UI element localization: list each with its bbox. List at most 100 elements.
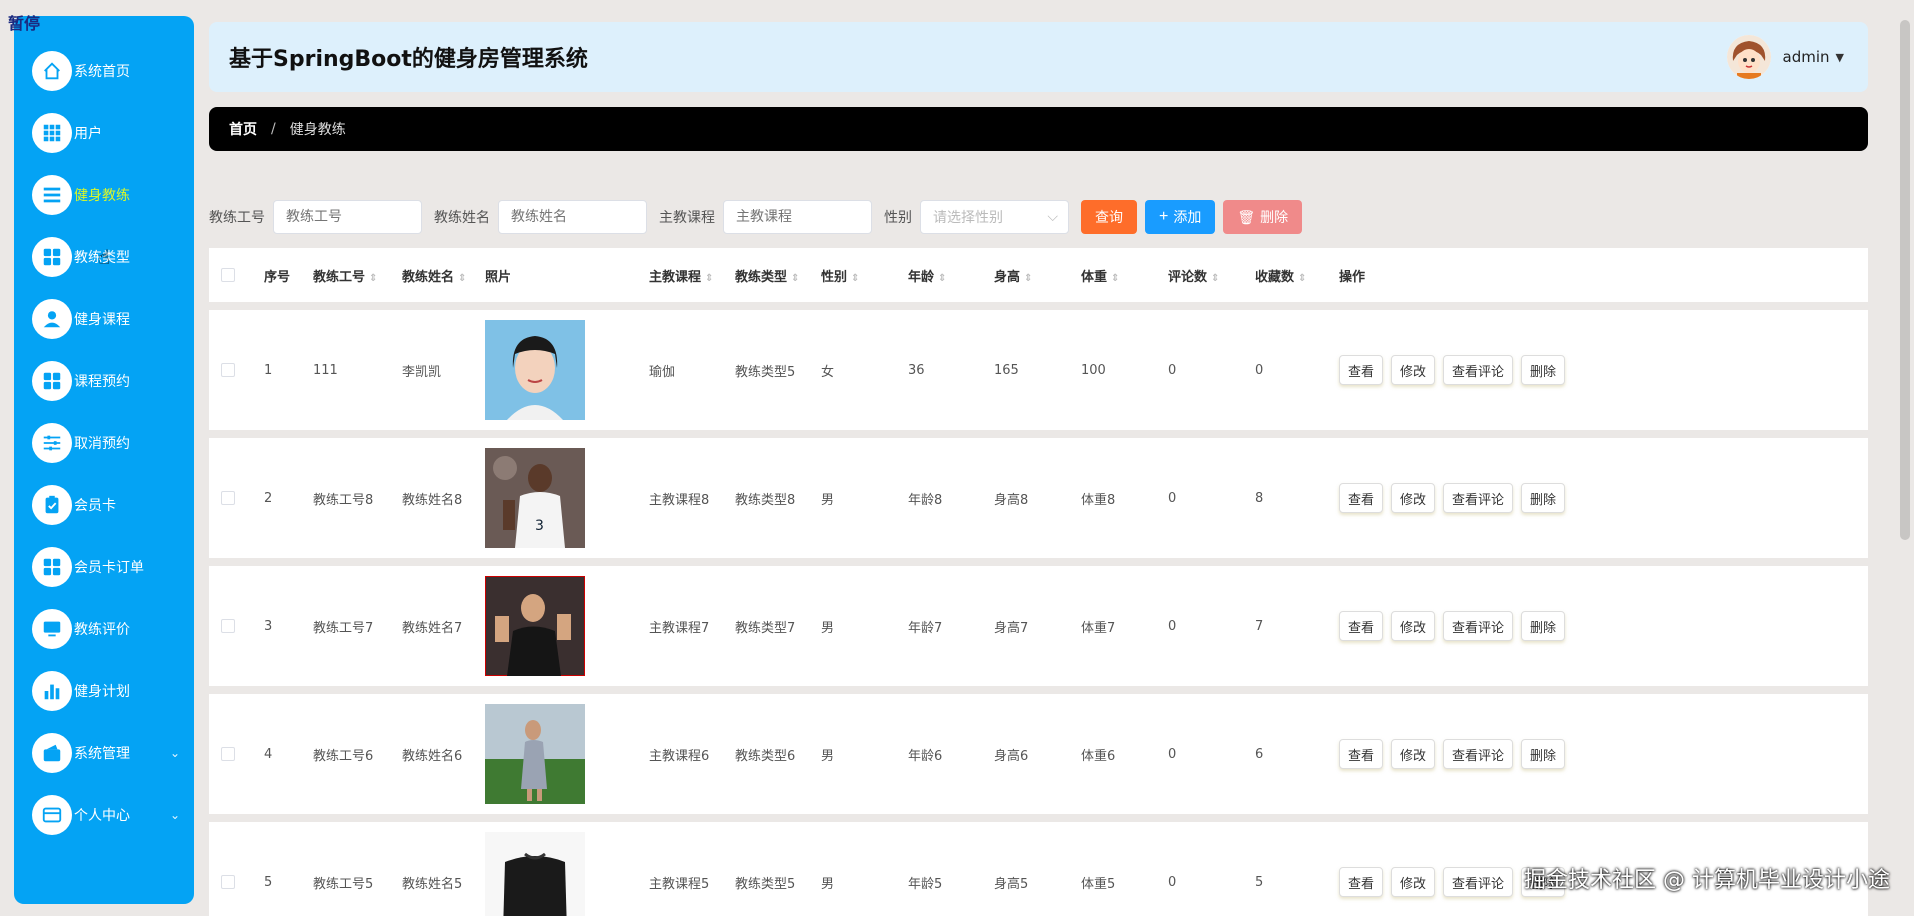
view-button[interactable]: 查看 — [1339, 611, 1384, 641]
scrollbar[interactable] — [1900, 20, 1910, 540]
sidebar-item[interactable]: 系统管理 ⌄ — [14, 722, 194, 784]
sidebar-item-label: 取消预约 — [74, 436, 130, 452]
select-all-checkbox[interactable] — [221, 268, 235, 282]
view-comments-button[interactable]: 查看评论 — [1443, 483, 1514, 513]
table-cell-no: 5 — [264, 874, 273, 890]
table-cell-age: 年龄6 — [908, 748, 943, 764]
view-comments-button[interactable]: 查看评论 — [1443, 867, 1514, 897]
view-comments-button[interactable]: 查看评论 — [1443, 739, 1514, 769]
gender-select[interactable]: 请选择性别 ⌵ — [920, 200, 1069, 234]
sort-icon[interactable]: ⇕ — [851, 273, 859, 284]
pause-label: 暂停 — [8, 14, 41, 33]
column-header[interactable]: 教练类型 ⇕ — [735, 266, 799, 285]
sort-icon[interactable]: ⇕ — [938, 273, 946, 284]
delete-row-button[interactable]: 删除 — [1521, 611, 1566, 641]
sidebar-item-label: 课程预约 — [74, 374, 130, 390]
column-header-label: 身高 — [994, 269, 1021, 285]
column-header[interactable]: 体重 ⇕ — [1081, 266, 1119, 285]
view-button[interactable]: 查看 — [1339, 483, 1384, 513]
coach-name-input[interactable] — [498, 200, 647, 234]
table-cell-comments: 0 — [1168, 874, 1177, 890]
table-cell-type: 教练类型5 — [735, 364, 796, 380]
query-button[interactable]: 查询 — [1081, 200, 1137, 234]
sidebar-item[interactable]: 系统首页 — [14, 40, 194, 102]
coach-photo[interactable] — [485, 576, 585, 676]
sidebar-item[interactable]: 取消预约 — [14, 412, 194, 474]
sort-icon[interactable]: ⇕ — [1298, 273, 1306, 284]
sidebar-item[interactable]: 教练评价 — [14, 598, 194, 660]
add-button[interactable]: + 添加 — [1145, 200, 1216, 234]
table-cell-height: 身高5 — [994, 876, 1029, 892]
coach-id-input[interactable] — [273, 200, 422, 234]
coach-photo[interactable] — [485, 832, 585, 916]
monitor-icon — [32, 609, 72, 649]
sidebar-item[interactable]: 健身计划 — [14, 660, 194, 722]
row-checkbox[interactable] — [221, 619, 235, 633]
row-checkbox[interactable] — [221, 491, 235, 505]
sort-icon[interactable]: ⇕ — [1211, 273, 1219, 284]
sidebar-item[interactable]: 用户 — [14, 102, 194, 164]
sidebar-item-label: 系统首页 — [74, 64, 130, 80]
user-menu[interactable]: admin ▼ — [1726, 35, 1844, 79]
row-checkbox[interactable] — [221, 363, 235, 377]
row-actions: 查看 修改 查看评论 删除 — [1339, 483, 1573, 513]
delete-button-label: 删除 — [1260, 209, 1289, 225]
course-input[interactable] — [723, 200, 872, 234]
coach-photo[interactable] — [485, 704, 585, 804]
sort-icon[interactable]: ⇕ — [1111, 273, 1119, 284]
view-button[interactable]: 查看 — [1339, 739, 1384, 769]
sidebar-item[interactable]: 健身课程 — [14, 288, 194, 350]
column-header[interactable]: 评论数 ⇕ — [1168, 266, 1219, 285]
view-comments-button[interactable]: 查看评论 — [1443, 355, 1514, 385]
table-cell-course: 主教课程5 — [649, 876, 710, 892]
sort-icon[interactable]: ⇕ — [369, 273, 377, 284]
sliders-icon — [32, 423, 72, 463]
delete-row-button[interactable]: 删除 — [1521, 483, 1566, 513]
row-checkbox[interactable] — [221, 875, 235, 889]
mouse-pointer-icon: ☝ — [98, 245, 111, 269]
sidebar-item[interactable]: 健身教练 — [14, 164, 194, 226]
sidebar-item-label: 健身计划 — [74, 684, 130, 700]
column-header[interactable]: 教练姓名 ⇕ — [402, 266, 466, 285]
column-header[interactable]: 收藏数 ⇕ — [1255, 266, 1306, 285]
edit-button[interactable]: 修改 — [1391, 739, 1436, 769]
breadcrumb-home[interactable]: 首页 — [229, 119, 257, 139]
column-header[interactable]: 教练工号 ⇕ — [313, 266, 377, 285]
delete-row-button[interactable]: 删除 — [1521, 739, 1566, 769]
sidebar-item[interactable]: 会员卡订单 — [14, 536, 194, 598]
table-cell-name: 教练姓名7 — [402, 620, 463, 636]
column-header[interactable]: 性别 ⇕ — [821, 266, 859, 285]
table-cell-course: 瑜伽 — [649, 364, 676, 380]
apps-icon — [32, 361, 72, 401]
view-button[interactable]: 查看 — [1339, 355, 1384, 385]
edit-button[interactable]: 修改 — [1391, 611, 1436, 641]
column-header[interactable]: 主教课程 ⇕ — [649, 266, 713, 285]
view-comments-button[interactable]: 查看评论 — [1443, 611, 1514, 641]
table-cell-id: 教练工号6 — [313, 748, 374, 764]
view-button[interactable]: 查看 — [1339, 867, 1384, 897]
edit-button[interactable]: 修改 — [1391, 355, 1436, 385]
column-header-label: 操作 — [1339, 269, 1366, 285]
sort-icon[interactable]: ⇕ — [705, 273, 713, 284]
row-checkbox[interactable] — [221, 747, 235, 761]
coach-photo[interactable]: 3 — [485, 448, 585, 548]
row-actions: 查看 修改 查看评论 删除 — [1339, 739, 1573, 769]
sidebar-item-label: 个人中心 — [74, 808, 130, 824]
column-header-label: 年龄 — [908, 269, 935, 285]
sort-icon[interactable]: ⇕ — [791, 273, 799, 284]
sidebar-item-label: 健身教练 — [74, 188, 130, 204]
column-header[interactable]: 身高 ⇕ — [994, 266, 1032, 285]
sort-icon[interactable]: ⇕ — [458, 273, 466, 284]
column-header[interactable]: 年龄 ⇕ — [908, 266, 946, 285]
delete-button[interactable]: 🗑 删除 — [1223, 200, 1303, 234]
coach-photo[interactable] — [485, 320, 585, 420]
sidebar-item[interactable]: 会员卡 — [14, 474, 194, 536]
sidebar-item[interactable]: 课程预约 — [14, 350, 194, 412]
sidebar-item-label: 教练评价 — [74, 622, 130, 638]
edit-button[interactable]: 修改 — [1391, 483, 1436, 513]
sort-icon[interactable]: ⇕ — [1024, 273, 1032, 284]
sidebar-item[interactable]: 个人中心 ⌄ — [14, 784, 194, 846]
delete-row-button[interactable]: 删除 — [1521, 355, 1566, 385]
edit-button[interactable]: 修改 — [1391, 867, 1436, 897]
home-icon — [32, 51, 72, 91]
